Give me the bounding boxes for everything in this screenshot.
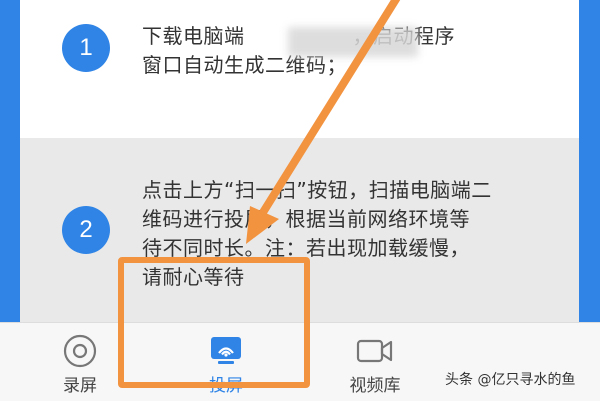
annotation-arrow bbox=[246, 0, 401, 244]
